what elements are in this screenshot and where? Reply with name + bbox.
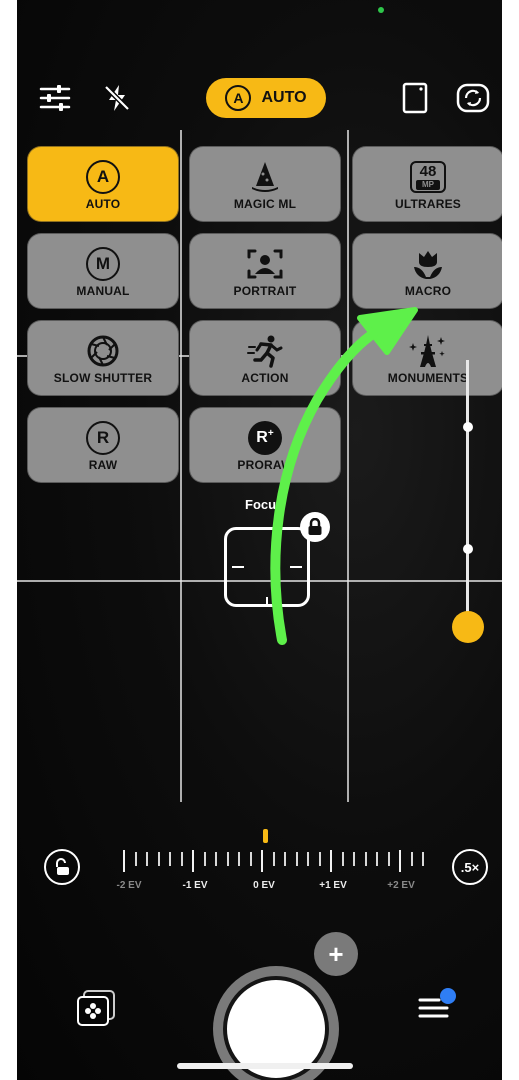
zoom-label: .5× (460, 859, 480, 875)
exposure-tick (180, 852, 183, 866)
exposure-tick (410, 852, 413, 866)
ev-label: -1 EV (182, 880, 208, 891)
unlock-icon[interactable] (44, 849, 80, 885)
exposure-tick (399, 850, 401, 872)
ev-label: 0 EV (253, 880, 275, 891)
notification-badge (440, 988, 456, 1004)
exposure-tick (203, 852, 206, 866)
exposure-tick (422, 852, 424, 866)
exposure-tick (238, 852, 240, 866)
exposure-scale[interactable]: -2 EV -1 EV 0 EV +1 EV +2 EV (109, 842, 429, 892)
add-button[interactable]: + (314, 932, 358, 976)
exposure-tick (123, 850, 125, 872)
exposure-tick (157, 852, 160, 866)
exposure-tick (318, 852, 321, 866)
exposure-tick (169, 852, 171, 866)
exposure-tick (272, 852, 275, 866)
exposure-tick (387, 852, 390, 866)
exposure-tick (353, 852, 355, 866)
camera-screen: A AUTO A AUTO MAGIC ML 48 MP ULTRARES M … (17, 0, 502, 1080)
exposure-tick (215, 852, 217, 866)
exposure-tick (295, 852, 298, 866)
exposure-tick (307, 852, 309, 866)
zoom-level-button[interactable]: .5× (452, 849, 488, 885)
ev-label: +2 EV (387, 880, 415, 891)
exposure-indicator (263, 829, 268, 843)
exposure-tick (376, 852, 378, 866)
annotation-arrow (270, 307, 418, 645)
exposure-tick (341, 852, 344, 866)
exposure-tick (192, 850, 194, 872)
home-indicator (177, 1063, 353, 1069)
exposure-tick (364, 852, 367, 866)
exposure-tick (261, 850, 263, 872)
exposure-tick (249, 852, 252, 866)
exposure-tick (146, 852, 148, 866)
exposure-tick (226, 852, 229, 866)
gallery-icon[interactable] (75, 990, 119, 1030)
exposure-tick (330, 850, 332, 872)
exposure-tick (284, 852, 286, 866)
ev-label: -2 EV (116, 880, 142, 891)
ev-label: +1 EV (319, 880, 347, 891)
exposure-tick (134, 852, 137, 866)
